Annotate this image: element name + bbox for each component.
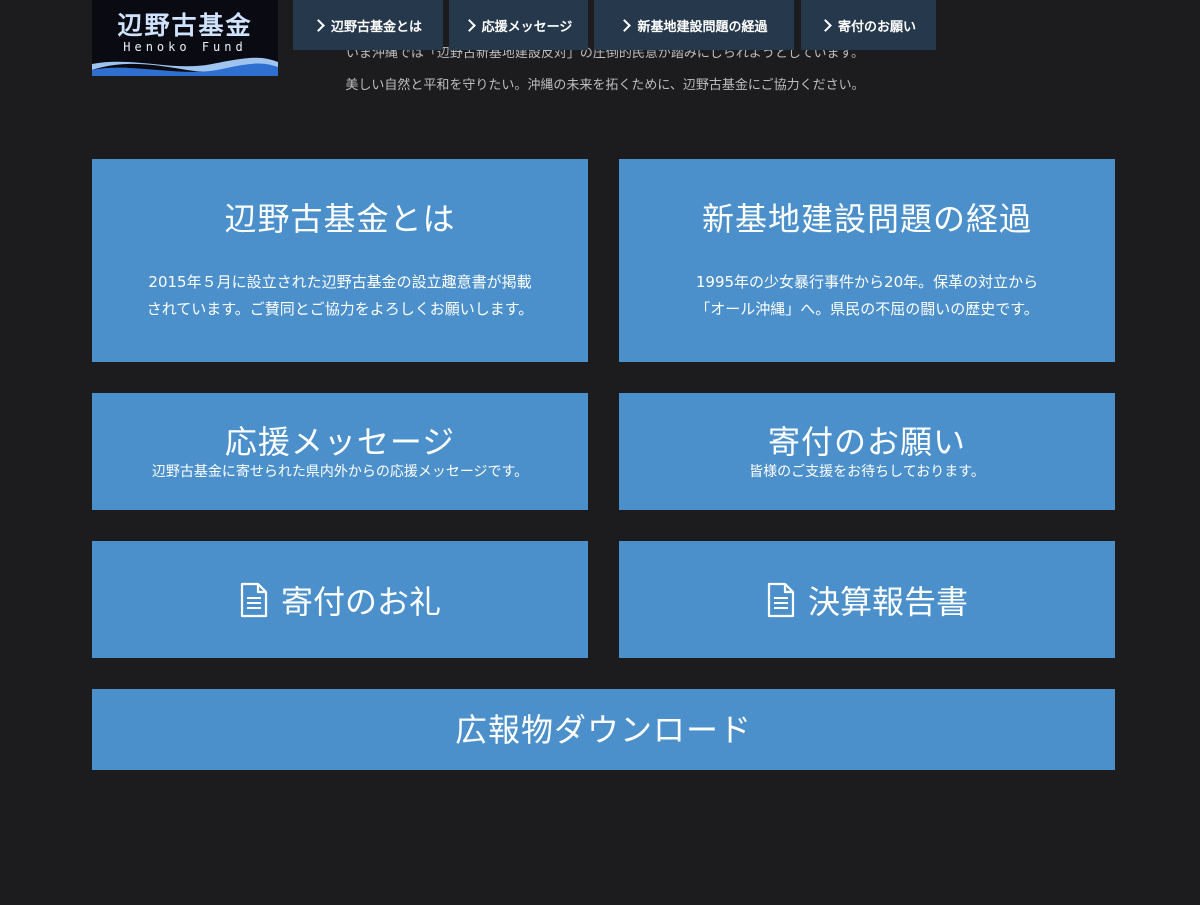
chevron-right-icon (819, 18, 832, 32)
logo-subtitle: Henoko Fund (123, 40, 247, 54)
card-title: 辺野古基金とは (224, 199, 456, 238)
document-icon (240, 582, 268, 617)
nav-item-label: 応援メッセージ (481, 19, 573, 35)
card-download[interactable]: 広報物ダウンロード (92, 689, 1115, 770)
document-icon (767, 582, 795, 617)
logo[interactable]: 辺野古基金 Henoko Fund (92, 0, 278, 76)
chevron-right-icon (618, 18, 632, 32)
nav-item-label: 辺野古基金とは (330, 19, 422, 35)
card-desc-line-2: されています。ご賛同とご協力をよろしくお願いします。 (146, 299, 534, 318)
nav-item-history[interactable]: 新基地建設問題の経過 (594, 0, 794, 50)
card-title: 新基地建設問題の経過 (701, 199, 1032, 238)
nav-item-label: 新基地建設問題の経過 (637, 19, 768, 35)
chevron-right-icon (462, 18, 476, 32)
card-history[interactable]: 新基地建設問題の経過 1995年の少女暴行事件から20年。保革の対立から 「オー… (619, 159, 1115, 362)
card-title: 決算報告書 (807, 582, 968, 621)
card-title: 応援メッセージ (224, 422, 456, 461)
card-title: 寄付のお願い (767, 422, 966, 461)
card-donate[interactable]: 寄付のお願い 皆様のご支援をお待ちしております。 (619, 393, 1115, 510)
card-desc: 辺野古基金に寄せられた県内外からの応援メッセージです。 (151, 463, 529, 480)
nav-item-messages[interactable]: 応援メッセージ (449, 0, 588, 50)
wave-icon (92, 57, 278, 76)
card-title: 寄付のお礼 (280, 582, 441, 621)
card-messages[interactable]: 応援メッセージ 辺野古基金に寄せられた県内外からの応援メッセージです。 (92, 393, 588, 510)
card-desc-line-1: 2015年５月に設立された辺野古基金の設立趣意書が掲載 (148, 272, 532, 291)
card-about[interactable]: 辺野古基金とは 2015年５月に設立された辺野古基金の設立趣意書が掲載 されてい… (92, 159, 588, 362)
nav-item-label: 寄付のお願い (837, 19, 916, 35)
card-report[interactable]: 決算報告書 (619, 541, 1115, 658)
card-thanks[interactable]: 寄付のお礼 (92, 541, 588, 658)
nav-item-donate[interactable]: 寄付のお願い (801, 0, 936, 50)
logo-title: 辺野古基金 (117, 11, 253, 40)
intro-line-2: 美しい自然と平和を守りたい。沖縄の未来を拓くために、辺野古基金にご協力ください。 (345, 78, 865, 93)
nav-item-about[interactable]: 辺野古基金とは (293, 0, 443, 50)
card-title: 広報物ダウンロード (454, 710, 752, 749)
card-desc-line-1: 1995年の少女暴行事件から20年。保革の対立から (695, 272, 1039, 291)
card-desc-line-2: 「オール沖縄」へ。県民の不屈の闘いの歴史です。 (695, 299, 1039, 318)
page: 辺野古基金 Henoko Fund いま沖縄では「辺野古新基地建設反対」の圧倒的… (0, 0, 1200, 905)
card-desc: 皆様のご支援をお待ちしております。 (749, 463, 985, 480)
chevron-right-icon (312, 18, 325, 32)
